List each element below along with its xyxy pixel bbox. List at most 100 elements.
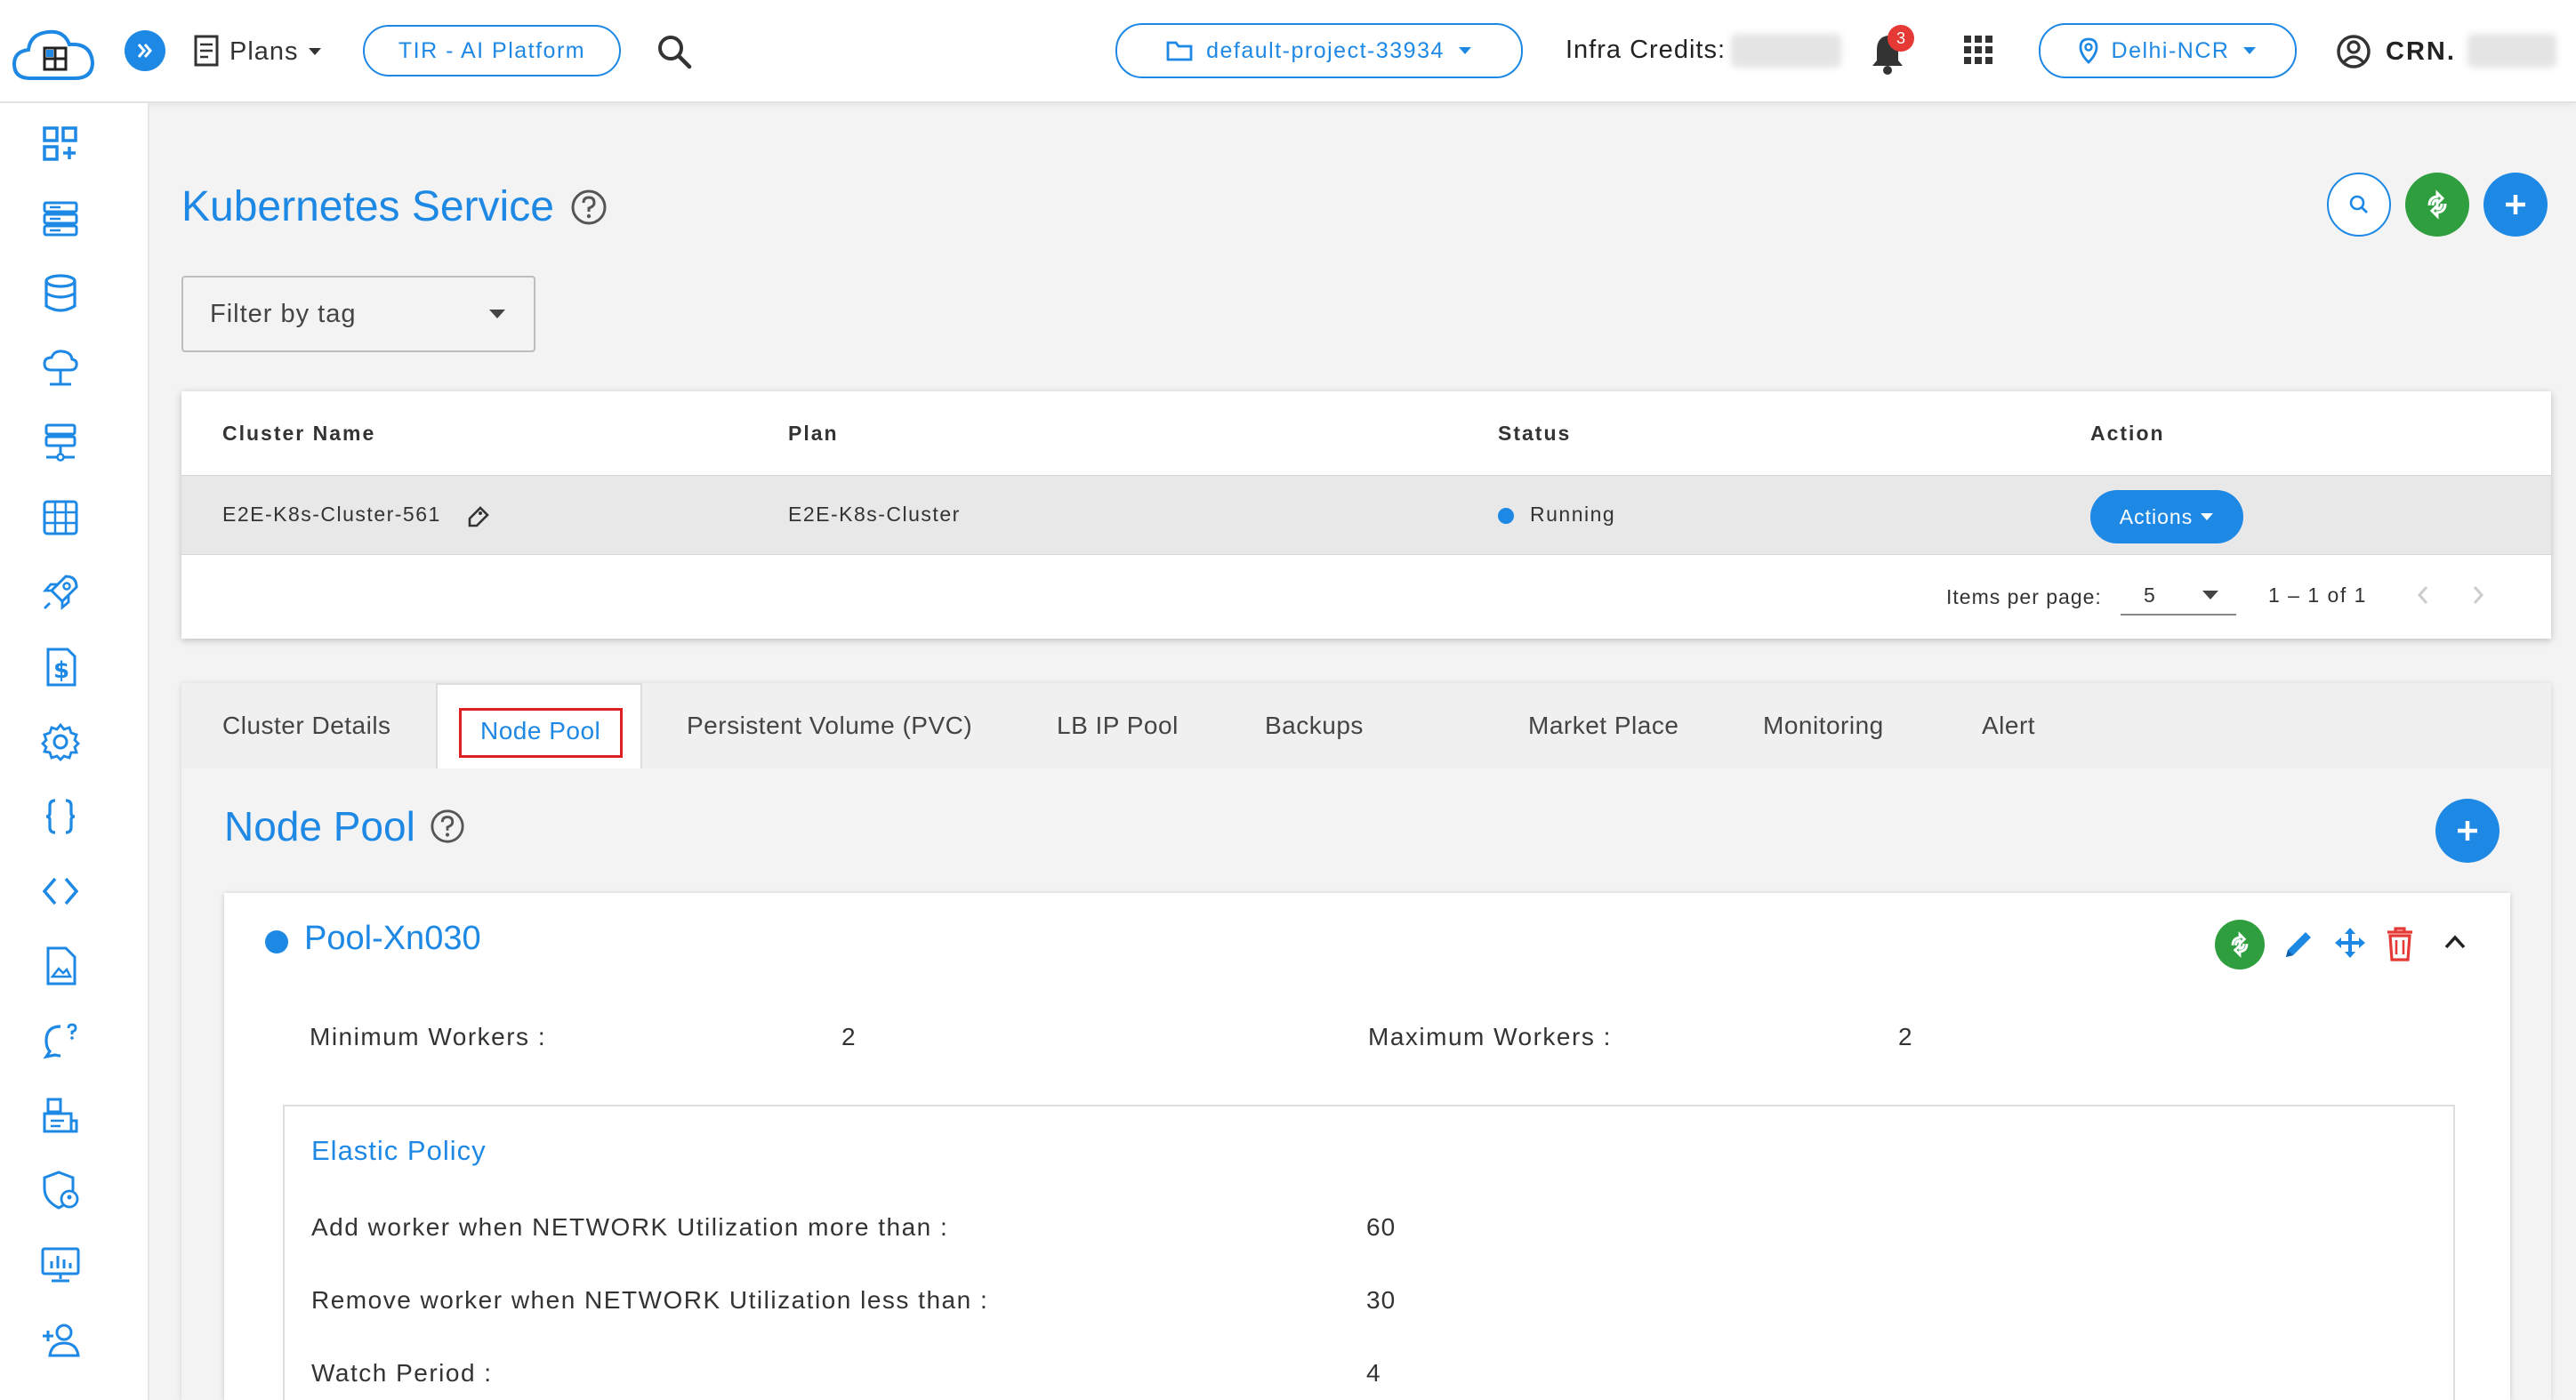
rocket-icon <box>42 575 78 611</box>
pool-name: Pool-Xn030 <box>304 920 481 957</box>
edit-pencil-icon[interactable] <box>2281 927 2316 962</box>
e2e-cloud-logo[interactable] <box>11 23 96 87</box>
marketplace-icon <box>43 1098 78 1133</box>
add-cluster-button[interactable] <box>2483 173 2548 237</box>
tab-node-pool[interactable]: Node Pool <box>436 683 642 768</box>
chevron-right-icon[interactable] <box>2467 582 2489 608</box>
filter-by-tag-placeholder: Filter by tag <box>210 299 357 328</box>
sidebar-item-dashboard[interactable] <box>39 123 82 165</box>
sidebar-item-add-user[interactable] <box>39 1318 82 1361</box>
caret-down-icon <box>2243 47 2257 54</box>
elastic-policy-section: Elastic Policy Add worker when NETWORK U… <box>283 1105 2455 1400</box>
refresh-clusters-button[interactable] <box>2405 173 2469 237</box>
sidebar-item-storage[interactable] <box>39 496 82 539</box>
max-workers-label: Maximum Workers : <box>1368 1023 1612 1050</box>
project-selector[interactable]: default-project-33934 <box>1115 23 1523 78</box>
project-name: default-project-33934 <box>1206 37 1445 63</box>
refresh-pool-button[interactable] <box>2215 920 2265 970</box>
tab-market-place[interactable]: Market Place <box>1528 712 1678 740</box>
column-header-cluster-name: Cluster Name <box>222 422 376 445</box>
tab-alert[interactable]: Alert <box>1982 712 2035 740</box>
crn-label: CRN. <box>2386 36 2456 66</box>
chevron-up-icon[interactable] <box>2443 932 2467 952</box>
sidebar-item-settings[interactable] <box>39 720 82 763</box>
sidebar-item-database[interactable] <box>39 272 82 315</box>
plus-icon <box>2506 195 2525 214</box>
tab-persistent-volume[interactable]: Persistent Volume (PVC) <box>687 712 972 740</box>
account-circle-icon <box>2337 35 2371 68</box>
tab-monitoring[interactable]: Monitoring <box>1763 712 1884 740</box>
page-header: Kubernetes Service <box>181 182 608 231</box>
sidebar-item-compute[interactable] <box>39 197 82 240</box>
database-icon <box>44 274 76 312</box>
table-row[interactable]: E2E-K8s-Cluster-561 E2E-K8s-Cluster Runn… <box>181 475 2551 555</box>
resize-move-icon[interactable] <box>2332 925 2368 961</box>
sidebar-item-support[interactable] <box>39 1019 82 1062</box>
sidebar-item-deploy[interactable] <box>39 571 82 614</box>
sidebar-item-network[interactable] <box>39 422 82 464</box>
account-menu[interactable]: CRN. <box>2336 32 2456 71</box>
filter-by-tag-select[interactable]: Filter by tag <box>181 276 535 352</box>
apps-grid-button[interactable] <box>1962 34 1994 66</box>
location-pin-icon <box>2079 37 2097 64</box>
shield-user-icon <box>43 1171 79 1210</box>
sidebar-item-code[interactable] <box>39 870 82 913</box>
page-range-label: 1 – 1 of 1 <box>2268 583 2367 607</box>
column-header-action: Action <box>2090 422 2165 445</box>
search-icon <box>658 36 692 69</box>
svg-text:$: $ <box>53 657 69 684</box>
tab-cluster-details[interactable]: Cluster Details <box>222 712 391 740</box>
sidebar-item-images[interactable] <box>39 945 82 987</box>
min-workers-value: 2 <box>841 1023 857 1050</box>
policy-add-worker-value: 60 <box>1366 1213 1397 1241</box>
policy-watch-period-label: Watch Period : <box>311 1359 493 1387</box>
sidebar-item-marketplace[interactable] <box>39 1094 82 1137</box>
status-dot <box>1498 508 1514 524</box>
notification-badge: 3 <box>1888 25 1914 52</box>
monitor-chart-icon <box>41 1247 80 1283</box>
sidebar-item-monitoring[interactable] <box>39 1243 82 1286</box>
node-pool-header: Node Pool <box>224 802 465 850</box>
help-icon[interactable] <box>430 809 465 844</box>
sidebar-item-cloud-network[interactable] <box>39 347 82 390</box>
items-per-page-label: Items per page: <box>1946 585 2102 608</box>
pool-status-dot <box>265 930 288 953</box>
chevron-left-icon[interactable] <box>2412 582 2434 608</box>
plans-menu[interactable]: Plans <box>192 32 324 71</box>
search-clusters-button[interactable] <box>2327 173 2391 237</box>
sidebar-item-api[interactable] <box>39 795 82 838</box>
cluster-table: Cluster Name Plan Status Action E2E-K8s-… <box>181 391 2551 639</box>
rename-tag-icon[interactable] <box>464 503 493 531</box>
sidebar-item-billing[interactable]: $ <box>39 646 82 688</box>
billing-icon: $ <box>46 648 76 687</box>
double-chevron-right-icon <box>137 44 152 58</box>
region-name: Delhi-NCR <box>2111 37 2230 63</box>
code-icon <box>42 877 79 905</box>
policy-watch-period-value: 4 <box>1366 1359 1381 1387</box>
policy-remove-worker-label: Remove worker when NETWORK Utilization l… <box>311 1286 989 1314</box>
help-icon[interactable] <box>570 189 608 226</box>
add-user-icon <box>43 1324 80 1357</box>
policy-remove-worker-value: 30 <box>1366 1286 1397 1314</box>
sidebar-item-security[interactable] <box>39 1169 82 1211</box>
tab-backups[interactable]: Backups <box>1265 712 1364 740</box>
network-server-icon <box>44 423 76 462</box>
tab-lb-ip-pool[interactable]: LB IP Pool <box>1057 712 1179 740</box>
global-search-button[interactable] <box>655 32 694 71</box>
expand-sidebar-button[interactable] <box>125 30 165 71</box>
chat-question-icon <box>43 1023 77 1059</box>
page-size-select[interactable]: 5 <box>2121 571 2236 616</box>
page-title: Kubernetes Service <box>181 183 554 230</box>
notifications-button[interactable]: 3 <box>1868 25 1914 75</box>
column-header-status: Status <box>1498 422 1572 445</box>
actions-button[interactable]: Actions <box>2090 490 2243 543</box>
add-node-pool-button[interactable] <box>2435 799 2500 863</box>
tir-ai-platform-button[interactable]: TIR - AI Platform <box>363 25 621 76</box>
region-selector[interactable]: Delhi-NCR <box>2039 23 2297 78</box>
crn-value-redacted <box>2467 34 2556 68</box>
plan-cell: E2E-K8s-Cluster <box>788 503 961 526</box>
trash-icon[interactable] <box>2384 925 2416 962</box>
node-pool-card: Pool-Xn030 Minimum Workers : 2 Maximum W… <box>224 893 2510 1400</box>
min-workers-label: Minimum Workers : <box>310 1023 547 1050</box>
max-workers-value: 2 <box>1898 1023 1913 1050</box>
